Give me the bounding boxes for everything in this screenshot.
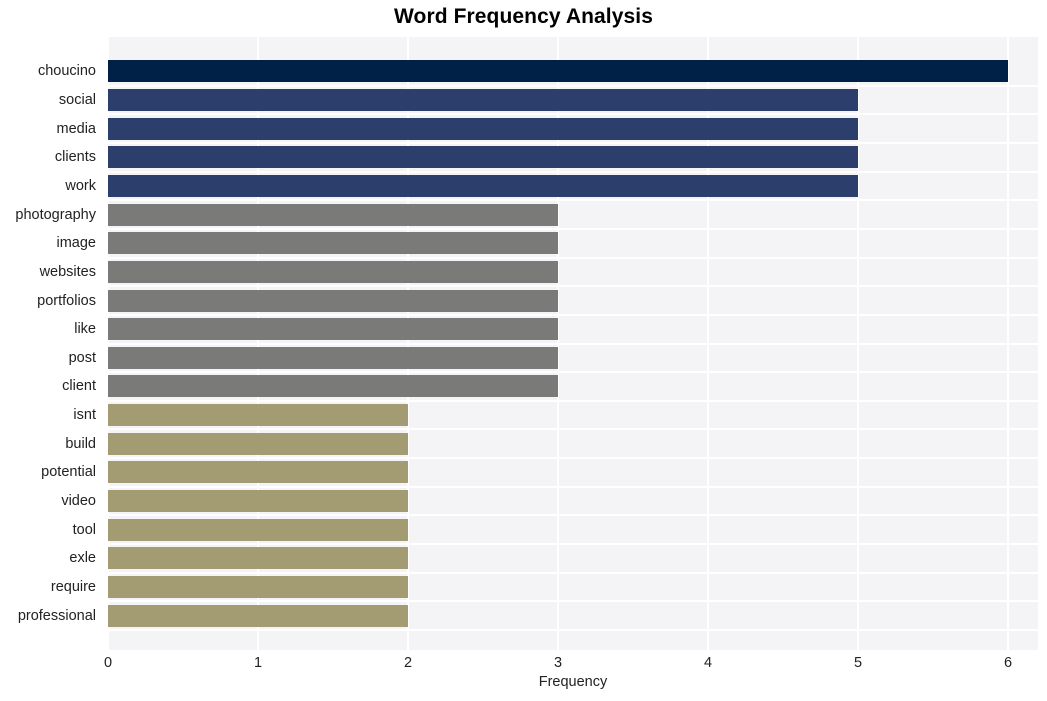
y-tick-label: clients: [54, 149, 96, 165]
x-tick-label: 3: [553, 655, 563, 671]
gridline-horizontal: [108, 142, 1038, 144]
bar[interactable]: [108, 490, 408, 512]
bar[interactable]: [108, 576, 408, 598]
gridline-horizontal: [108, 629, 1038, 631]
gridline-horizontal: [108, 257, 1038, 259]
y-tick-label: like: [74, 321, 96, 337]
chart-title: Word Frequency Analysis: [393, 5, 654, 28]
bar[interactable]: [108, 318, 558, 340]
y-tick-label: photography: [15, 207, 96, 223]
gridline-horizontal: [108, 285, 1038, 287]
x-axis-label: Frequency: [538, 674, 608, 690]
gridline-horizontal: [108, 171, 1038, 173]
bar[interactable]: [108, 404, 408, 426]
bar[interactable]: [108, 433, 408, 455]
x-tick-label: 5: [853, 655, 863, 671]
x-tick-label: 0: [103, 655, 113, 671]
bar[interactable]: [108, 89, 858, 111]
gridline-horizontal: [108, 514, 1038, 516]
y-tick-label: client: [62, 378, 96, 394]
gridline-horizontal: [108, 572, 1038, 574]
gridline-horizontal: [108, 457, 1038, 459]
y-tick-label: tool: [72, 522, 96, 538]
gridline-horizontal: [108, 600, 1038, 602]
gridline-horizontal: [108, 400, 1038, 402]
x-tick-label: 4: [703, 655, 713, 671]
bar[interactable]: [108, 232, 558, 254]
bar[interactable]: [108, 118, 858, 140]
y-tick-label: work: [65, 178, 96, 194]
y-tick-label: social: [58, 92, 96, 108]
bar[interactable]: [108, 204, 558, 226]
gridline-horizontal: [108, 343, 1038, 345]
gridline-horizontal: [108, 314, 1038, 316]
plot-area: [108, 37, 1038, 650]
y-tick-label: video: [61, 493, 96, 509]
bar[interactable]: [108, 519, 408, 541]
y-tick-label: websites: [39, 264, 96, 280]
bar[interactable]: [108, 547, 408, 569]
y-tick-label: potential: [41, 464, 96, 480]
bar[interactable]: [108, 261, 558, 283]
bar[interactable]: [108, 175, 858, 197]
gridline-horizontal: [108, 428, 1038, 430]
bar[interactable]: [108, 375, 558, 397]
y-tick-label: media: [56, 121, 97, 137]
gridline-horizontal: [108, 486, 1038, 488]
gridline-horizontal: [108, 199, 1038, 201]
y-tick-label: image: [56, 235, 97, 251]
y-tick-label: choucino: [37, 63, 96, 79]
bar[interactable]: [108, 60, 1008, 82]
bar[interactable]: [108, 347, 558, 369]
y-tick-label: isnt: [73, 407, 96, 423]
bar[interactable]: [108, 461, 408, 483]
y-axis-tick-labels: choucino social media clients work photograph…: [0, 37, 102, 650]
x-tick-label: 1: [253, 655, 263, 671]
x-tick-label: 6: [1003, 655, 1013, 671]
y-tick-label: professional: [17, 608, 96, 624]
x-tick-label: 2: [403, 655, 413, 671]
y-tick-label: build: [65, 436, 96, 452]
y-tick-label: require: [50, 579, 96, 595]
word-frequency-chart: Word Frequency Analysis choucino social me…: [0, 0, 1047, 701]
y-tick-label: portfolios: [37, 293, 96, 309]
gridline-horizontal: [108, 543, 1038, 545]
bar[interactable]: [108, 146, 858, 168]
gridline-horizontal: [108, 371, 1038, 373]
bar[interactable]: [108, 290, 558, 312]
y-tick-label: post: [68, 350, 96, 366]
gridline-horizontal: [108, 85, 1038, 87]
gridline-horizontal: [108, 228, 1038, 230]
gridline-horizontal: [108, 113, 1038, 115]
y-tick-label: exle: [69, 550, 96, 566]
bar[interactable]: [108, 605, 408, 627]
